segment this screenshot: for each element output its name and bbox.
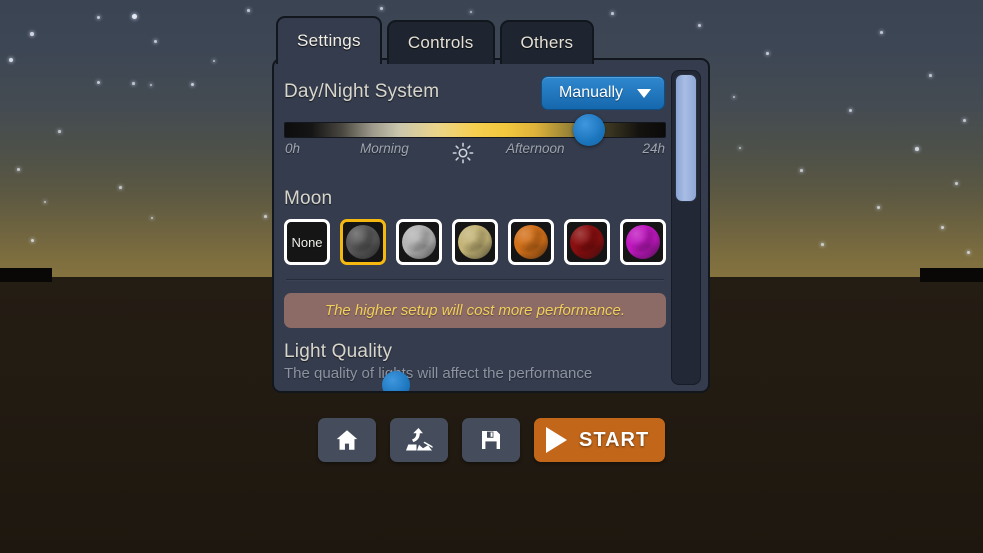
daynight-header-row: Day/Night System Manually xyxy=(284,76,666,110)
moon-section: Moon None xyxy=(284,188,666,265)
daynight-mode-value: Manually xyxy=(558,84,623,101)
tick-label-end: 24h xyxy=(642,141,665,156)
star xyxy=(800,169,803,172)
tick-label-start: 0h xyxy=(285,141,301,156)
moon-orb-white xyxy=(402,225,436,259)
star xyxy=(9,58,13,62)
light-quality-subtitle: The quality of lights will affect the pe… xyxy=(284,365,593,382)
panel-scroll-content: Day/Night System Manually 0h Morning Aft… xyxy=(274,60,708,391)
daynight-mode-dropdown[interactable]: Manually xyxy=(540,76,665,110)
moon-option-red[interactable] xyxy=(564,219,610,265)
floppy-save-icon xyxy=(482,431,500,449)
star xyxy=(915,147,919,151)
star xyxy=(929,74,932,77)
moon-options-row: None xyxy=(284,219,666,265)
star xyxy=(154,40,157,43)
tab-others-label: Others xyxy=(520,33,574,52)
tab-controls-label: Controls xyxy=(407,33,474,52)
section-divider xyxy=(286,279,664,280)
star xyxy=(247,9,250,12)
reset-terrain-button[interactable] xyxy=(390,418,448,462)
sun-icon xyxy=(452,142,474,164)
moon-title: Moon xyxy=(284,188,333,209)
tab-settings[interactable]: Settings xyxy=(276,16,382,64)
chevron-down-icon xyxy=(637,88,651,98)
moon-orb-orange xyxy=(514,225,548,259)
daynight-slider-ticks: 0h Morning Afternoon 24h xyxy=(284,141,666,164)
horizon-block-left xyxy=(0,268,52,282)
tab-controls[interactable]: Controls xyxy=(386,20,495,64)
star xyxy=(963,119,966,122)
star xyxy=(97,81,100,84)
star xyxy=(821,243,824,246)
moon-option-khaki[interactable] xyxy=(452,219,498,265)
panel-scrollbar[interactable] xyxy=(671,70,701,385)
moon-option-gray[interactable] xyxy=(340,219,386,265)
star xyxy=(877,206,880,209)
star xyxy=(97,16,100,19)
horizon-block-right xyxy=(920,268,983,282)
moon-option-orange[interactable] xyxy=(508,219,554,265)
star xyxy=(17,168,20,171)
start-button[interactable]: START xyxy=(534,418,666,462)
daynight-slider[interactable]: 0h Morning Afternoon 24h xyxy=(284,114,666,174)
star xyxy=(967,251,970,254)
star xyxy=(132,82,135,85)
performance-warning-text: The higher setup will cost more performa… xyxy=(324,302,626,319)
star xyxy=(264,215,267,218)
star xyxy=(380,7,383,10)
moon-orb-khaki xyxy=(458,225,492,259)
terrain-reset-icon xyxy=(406,428,433,451)
daynight-title: Day/Night System xyxy=(284,81,440,102)
moon-orb-magenta xyxy=(626,225,660,259)
moon-option-none-label: None xyxy=(291,234,323,250)
star xyxy=(849,109,852,112)
star xyxy=(880,31,883,34)
tab-bar: Settings Controls Others xyxy=(272,16,595,64)
start-button-label: START xyxy=(579,428,650,451)
bottom-button-bar: START xyxy=(318,418,666,462)
star xyxy=(119,186,122,189)
moon-option-magenta[interactable] xyxy=(620,219,666,265)
tab-others[interactable]: Others xyxy=(499,20,595,64)
star xyxy=(611,12,614,15)
moon-option-none[interactable]: None xyxy=(284,219,330,265)
light-quality-section: Light Quality The quality of lights will… xyxy=(284,341,666,382)
star xyxy=(30,32,34,36)
tick-label-afternoon: Afternoon xyxy=(506,141,565,156)
tick-label-morning: Morning xyxy=(360,141,409,156)
light-quality-slider-thumb[interactable] xyxy=(382,371,410,391)
performance-warning: The higher setup will cost more performa… xyxy=(284,293,666,328)
moon-orb-red xyxy=(570,225,604,259)
star xyxy=(132,14,137,19)
play-icon xyxy=(546,427,567,453)
moon-orb-gray xyxy=(346,225,380,259)
light-quality-title: Light Quality xyxy=(284,341,393,362)
panel-body: Day/Night System Manually 0h Morning Aft… xyxy=(272,58,710,393)
star xyxy=(58,130,61,133)
moon-option-white[interactable] xyxy=(396,219,442,265)
settings-panel: Settings Controls Others Day/Night Syste… xyxy=(272,16,710,393)
home-icon xyxy=(336,430,358,450)
panel-scrollbar-thumb[interactable] xyxy=(675,74,697,202)
save-button[interactable] xyxy=(462,418,520,462)
home-button[interactable] xyxy=(318,418,376,462)
tab-settings-label: Settings xyxy=(297,31,361,50)
daynight-slider-track[interactable] xyxy=(284,114,666,146)
star xyxy=(955,182,958,185)
